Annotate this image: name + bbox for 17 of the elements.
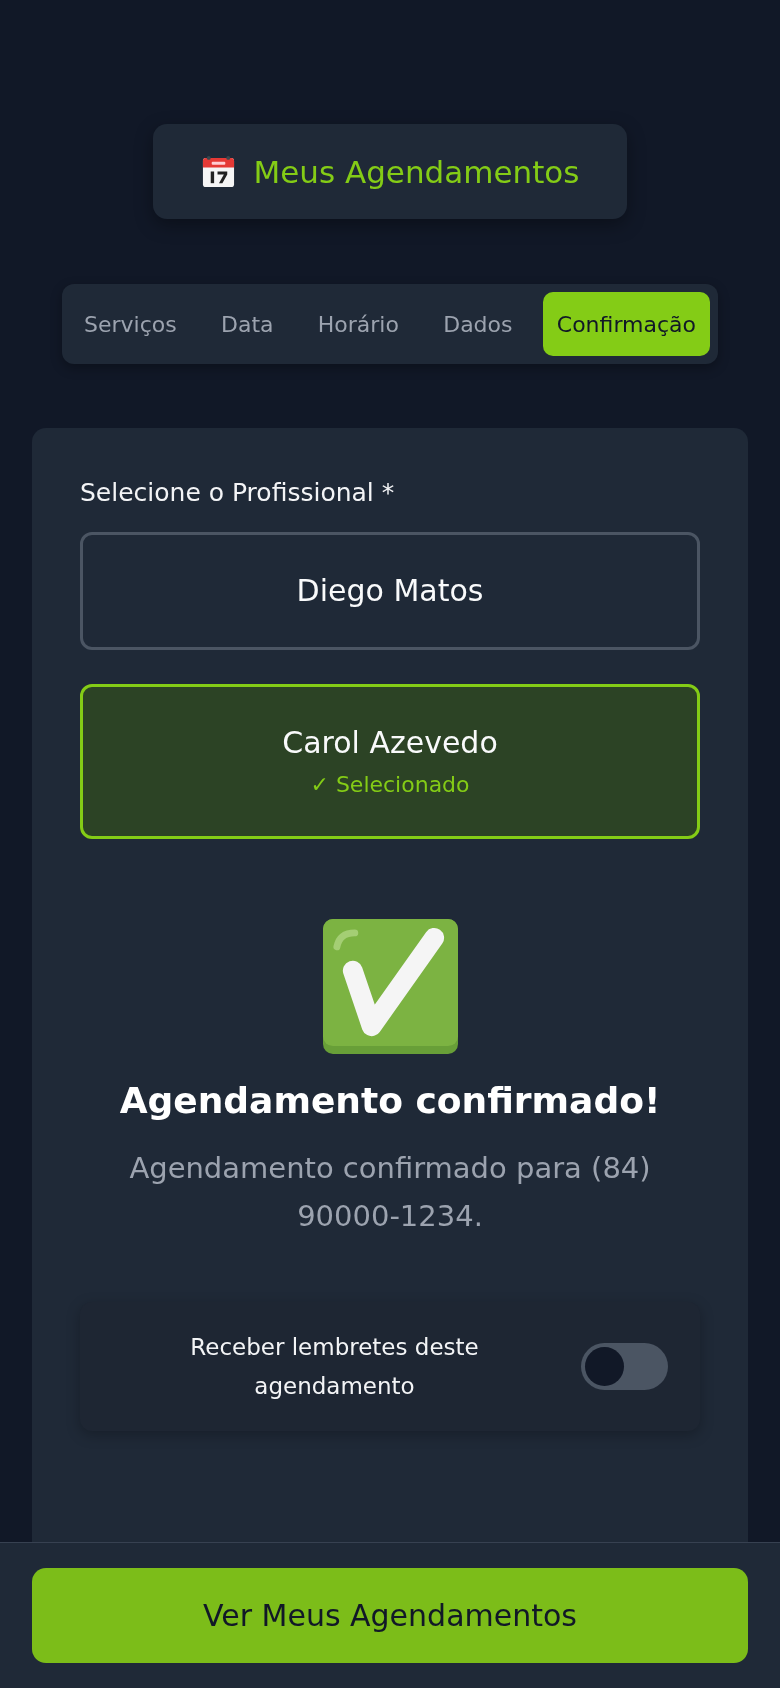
tab[interactable]: Dados [429, 292, 527, 356]
tab[interactable]: Data [206, 292, 288, 356]
page-title: Meus Agendamentos [253, 153, 580, 190]
view-appointments-button[interactable]: Ver Meus Agendamentos [32, 1568, 748, 1663]
reminder-label: Receber lembretes deste agendamento [189, 1332, 480, 1401]
reminder-toggle[interactable] [581, 1343, 668, 1390]
calendar-icon [200, 154, 236, 189]
professional-option[interactable]: Diego Matos [80, 532, 700, 650]
selected-note: ✓ Selecionado [310, 771, 470, 799]
field-label: Selecione o Profissional * [80, 477, 396, 509]
tab[interactable]: Horário [303, 292, 413, 356]
professional-option[interactable]: Carol Azevedo ✓ Selecionado [80, 684, 700, 839]
checkmark-icon [322, 919, 458, 1054]
confirmation-title: Agendamento confirmado! [118, 1079, 662, 1123]
confirmation-message: Agendamento confirmado para (84) 90000-1234. [128, 1150, 652, 1235]
tab[interactable]: Serviços [70, 292, 191, 356]
tab[interactable]: Confirmação [542, 292, 710, 356]
